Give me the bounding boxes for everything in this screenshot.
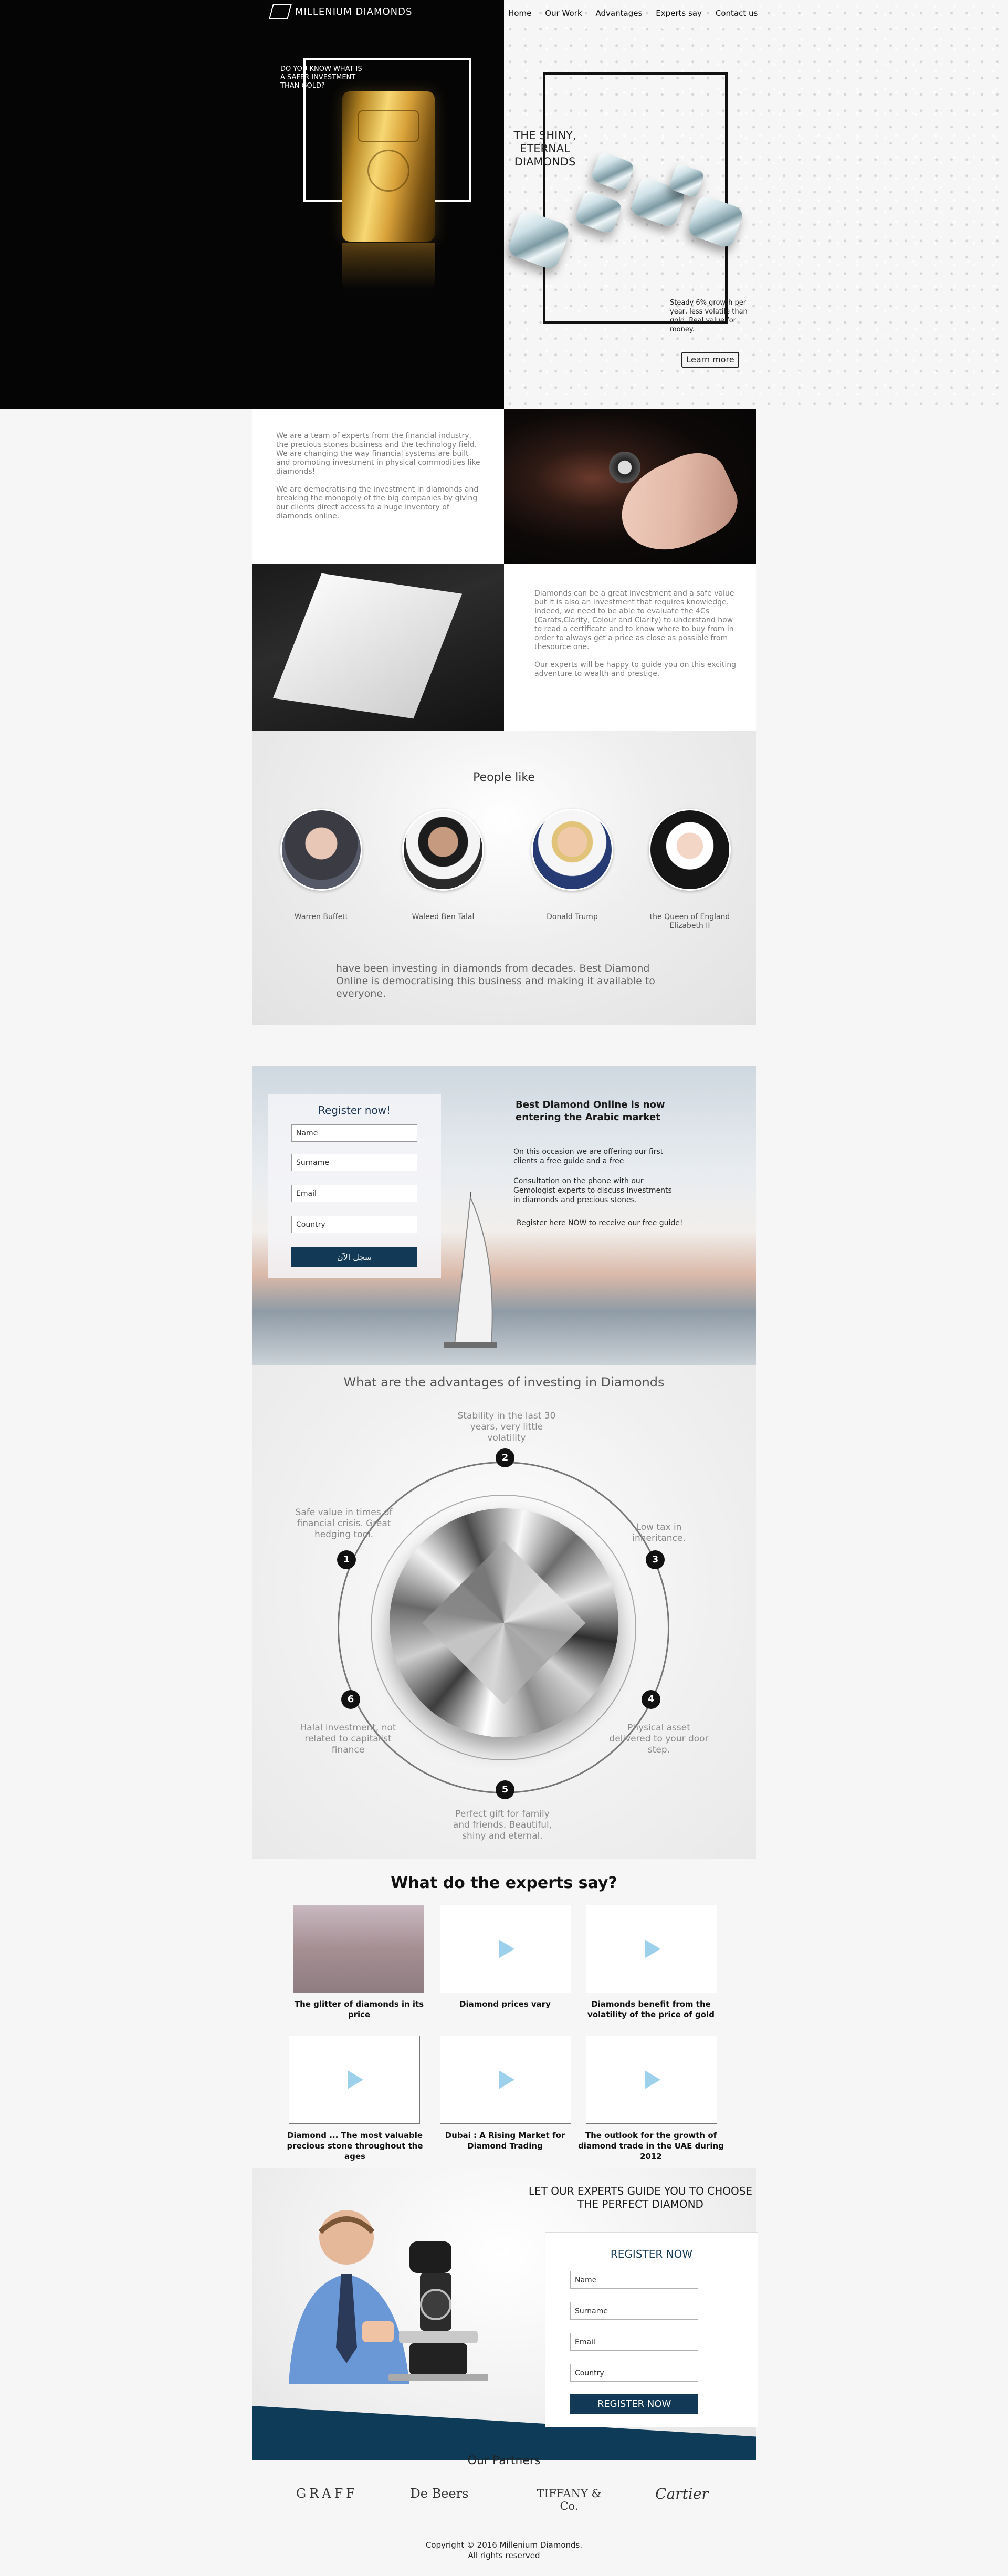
experts-title: What do the experts say? (391, 1874, 617, 1892)
advantage-number-badge: 1 (337, 1550, 356, 1569)
rights-text: All rights reserved (468, 2551, 540, 2560)
person-card: Donald Trump (531, 809, 613, 922)
video-thumbnail[interactable] (293, 1905, 424, 1993)
email-field[interactable]: Email (291, 1185, 417, 1202)
partners-title: Our Partners (467, 2454, 541, 2467)
people-title: People like (473, 771, 535, 784)
gold-question-text: DO YOU KNOW WHAT IS A SAFER INVESTMENT T… (280, 65, 362, 90)
logo-mark-icon (269, 4, 292, 19)
advantages-title: What are the advantages of investing in … (343, 1375, 665, 1390)
partner-logo-tiffany[interactable]: TIFFANY & Co. (527, 2487, 611, 2512)
about-paragraph: We are a team of experts from the financ… (276, 432, 480, 476)
person-name: the Queen of England Elizabeth II (649, 913, 730, 930)
gold-bar-stamp (358, 110, 419, 142)
avatar (402, 809, 484, 891)
brand-name: MILLENIUM DIAMONDS (295, 6, 413, 17)
nav-advantages[interactable]: Advantages (596, 8, 643, 18)
microscope-photo (388, 2241, 488, 2381)
partner-logo-de-beers[interactable]: De Beers (400, 2486, 479, 2501)
advantage-number-badge: 4 (642, 1690, 660, 1709)
person-card: the Queen of England Elizabeth II (649, 809, 731, 931)
diamond-note: Steady 6% growth per year, less volatile… (670, 299, 748, 333)
advantage-text: Low tax in inheritance. (632, 1522, 686, 1543)
partner-logo-cartier[interactable]: Cartier (643, 2485, 721, 2502)
video-caption[interactable]: The glitter of diamonds in its price (286, 1999, 433, 2020)
partner-logo-graff[interactable]: GRAFF (288, 2486, 366, 2501)
about-intro: We are a team of experts from the financ… (276, 432, 484, 530)
advantage-number-badge: 6 (341, 1690, 360, 1709)
play-icon[interactable] (645, 1939, 660, 1958)
arabic-market-title: Best Diamond Online is now entering the … (516, 1099, 665, 1123)
video-caption[interactable]: Dubai : A Rising Market for Diamond Trad… (432, 2130, 579, 2151)
learn-more-button[interactable]: Learn more (681, 352, 739, 368)
name-field[interactable]: Name (291, 1124, 417, 1142)
nav-our-work[interactable]: Our Work (545, 8, 582, 18)
play-icon[interactable] (499, 2070, 514, 2089)
brand-logo[interactable]: MILLENIUM DIAMONDS (269, 4, 413, 19)
play-icon[interactable] (645, 2070, 660, 2089)
diamond-title: THE SHINY, ETERNAL DIAMONDS (513, 129, 576, 168)
person-name: Waleed Ben Talal (412, 913, 475, 921)
guide-email-field[interactable]: Email (570, 2333, 698, 2351)
play-icon[interactable] (499, 1939, 514, 1958)
advantage-number-badge: 5 (496, 1780, 514, 1799)
burj-al-arab-illustration (444, 1192, 497, 1348)
guide-country-field[interactable]: Country (570, 2364, 698, 2382)
person-name: Donald Trump (547, 913, 598, 921)
person-name: Warren Buffett (294, 913, 349, 921)
nav-home[interactable]: Home (508, 8, 531, 18)
loupe-photo-detail (609, 452, 640, 483)
arabic-guide-text: Register here NOW to receive our free gu… (517, 1219, 683, 1227)
about-paragraph: Our experts will be happy to guide you o… (534, 661, 737, 678)
gold-bar-seal (368, 150, 410, 192)
guide-name-field[interactable]: Name (570, 2271, 698, 2289)
surname-field[interactable]: Surname (291, 1154, 417, 1171)
advantage-text: Safe value in times of financial crisis.… (295, 1507, 393, 1540)
arabic-offer-text: On this occasion we are offering our fir… (513, 1148, 664, 1165)
video-caption[interactable]: Diamond prices vary (432, 1999, 579, 2009)
register-title: Register now! (318, 1104, 391, 1117)
avatar (531, 809, 613, 891)
advantage-text: Perfect gift for family and friends. Bea… (453, 1809, 552, 1841)
advantage-text: Physical asset delivered to your door st… (609, 1723, 709, 1755)
advantage-number-badge: 3 (646, 1550, 665, 1569)
guide-register-title: REGISTER NOW (610, 2248, 693, 2260)
copyright-text: Copyright © 2016 Millenium Diamonds. (425, 2540, 583, 2550)
about-knowledge: Diamonds can be a great investment and a… (534, 589, 740, 687)
about-paragraph: Diamonds can be a great investment and a… (534, 589, 734, 651)
advantage-number-badge: 2 (496, 1448, 514, 1467)
guide-register-button[interactable]: REGISTER NOW (570, 2394, 698, 2414)
person-card: Waleed Ben Talal (402, 809, 484, 922)
video-caption[interactable]: Diamond ... The most valuable precious s… (281, 2130, 428, 2162)
country-field[interactable]: Country (291, 1216, 417, 1233)
arabic-register-button[interactable]: سجل الآن (291, 1247, 417, 1267)
main-nav: Home Our Work Advantages Experts say Con… (508, 8, 758, 18)
arabic-consultation-text: Consultation on the phone with our Gemol… (513, 1177, 672, 1204)
nav-experts-say[interactable]: Experts say (656, 8, 702, 18)
people-quote: have been investing in diamonds from dec… (336, 963, 655, 999)
footer-copyright: Copyright © 2016 Millenium Diamonds. All… (252, 2540, 756, 2561)
guide-title: LET OUR EXPERTS GUIDE YOU TO CHOOSE THE … (528, 2185, 753, 2210)
person-card: Warren Buffett (280, 809, 362, 922)
about-paragraph: We are democratising the investment in d… (276, 485, 479, 520)
video-caption[interactable]: The outlook for the growth of diamond tr… (578, 2130, 724, 2162)
play-icon[interactable] (348, 2070, 363, 2089)
advantage-text: Stability in the last 30 years, very lit… (457, 1411, 556, 1443)
video-caption[interactable]: Diamonds benefit from the volatility of … (578, 1999, 724, 2020)
guide-surname-field[interactable]: Surname (570, 2302, 698, 2320)
gold-bar-reflection (342, 243, 435, 290)
advantage-text: Halal investment, not related to capital… (300, 1723, 396, 1755)
nav-contact-us[interactable]: Contact us (716, 8, 758, 18)
avatar (280, 809, 362, 891)
avatar (649, 809, 731, 891)
